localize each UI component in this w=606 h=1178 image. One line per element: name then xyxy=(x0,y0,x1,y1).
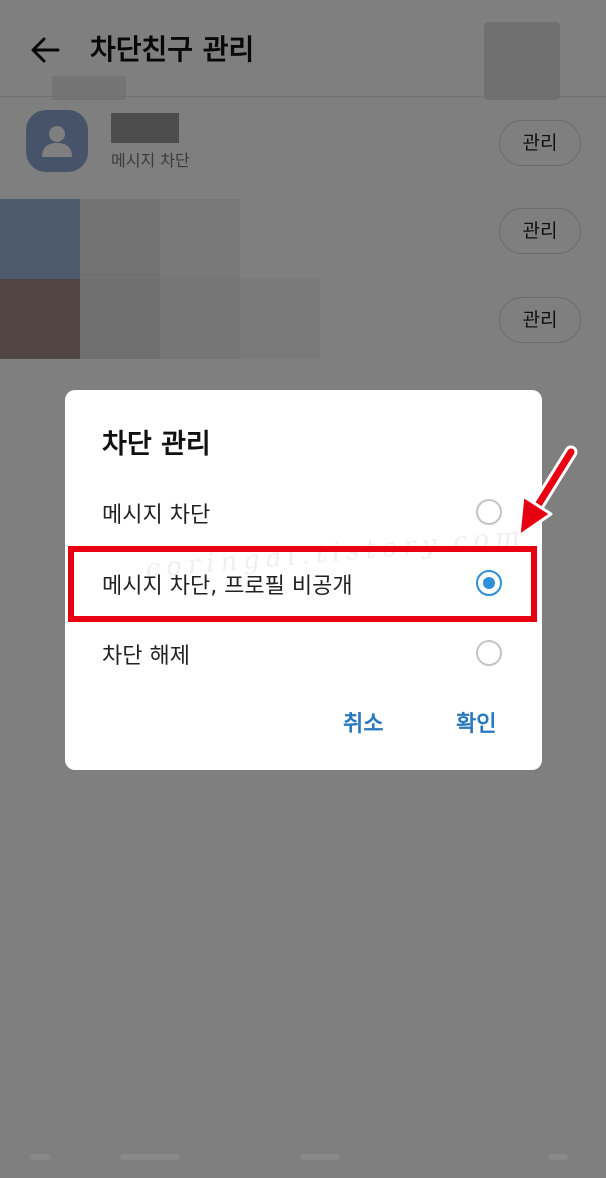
confirm-button[interactable]: 확인 xyxy=(456,710,496,740)
radio-button[interactable] xyxy=(476,640,502,666)
cancel-button[interactable]: 취소 xyxy=(343,710,383,740)
annotation-highlight-box xyxy=(68,546,537,622)
option-label: 메시지 차단 xyxy=(102,503,211,528)
option-unblock[interactable]: 차단 해제 xyxy=(65,628,542,688)
annotation-arrow-icon xyxy=(517,445,578,538)
radio-button[interactable] xyxy=(476,499,502,525)
dialog-title: 차단 관리 xyxy=(102,429,211,460)
navigation-bar xyxy=(0,1150,606,1178)
option-label: 차단 해제 xyxy=(102,644,190,669)
